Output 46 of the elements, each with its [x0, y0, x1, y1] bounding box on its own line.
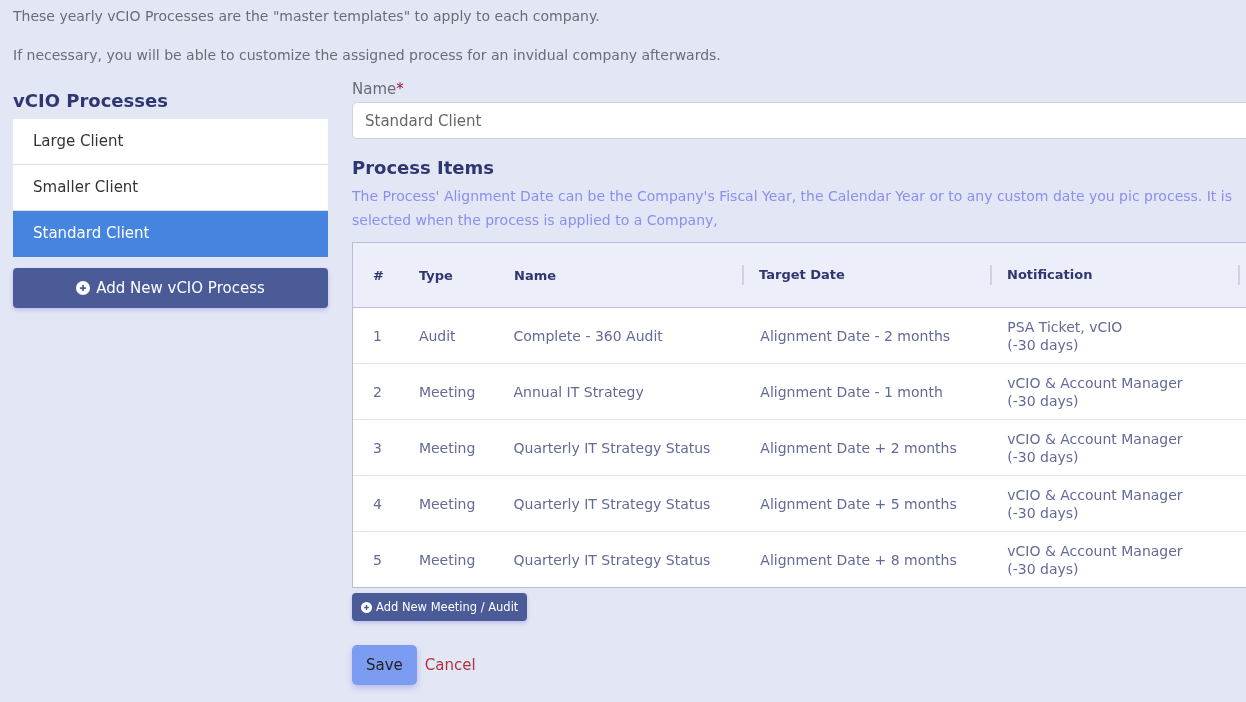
column-header: Type [418, 267, 454, 283]
plus-circle-icon [361, 601, 372, 613]
table-cell-text: Meeting [417, 382, 477, 401]
table-cell-text: 3 [372, 438, 383, 457]
column-header: Notification [990, 265, 1240, 285]
table-cell-text: vCIO & Account Manager (-30 days) [1006, 541, 1184, 578]
save-button[interactable]: Save [352, 645, 417, 685]
table-cell-text: Audit [417, 326, 457, 345]
table-cell-text: PSA Ticket, vCIO (-30 days) [1006, 317, 1124, 354]
table-cell-text: vCIO & Account Manager (-30 days) [1006, 485, 1184, 522]
table-cell-text: vCIO & Account Manager (-30 days) [1006, 429, 1184, 466]
process-list-item[interactable]: Standard Client [13, 211, 328, 257]
table-cell-text: Meeting [417, 550, 477, 569]
section-title: Process Items [352, 157, 495, 178]
sidebar-title: vCIO Processes [13, 90, 169, 111]
column-header: # [372, 267, 385, 283]
table-cell-text: Alignment Date + 2 months [759, 438, 958, 457]
table-cell-text: Quarterly IT Strategy Status [512, 494, 712, 513]
table-cell-text: Meeting [417, 494, 477, 513]
table-cell-text: Quarterly IT Strategy Status [512, 438, 712, 457]
table-cell-text: 5 [372, 550, 383, 569]
table-cell-text: Alignment Date + 5 months [759, 494, 958, 513]
field-label: Name [352, 80, 397, 98]
plus-circle-icon [76, 281, 91, 295]
process-list-item[interactable]: Large Client [13, 119, 328, 165]
table-cell-text: Complete - 360 Audit [512, 326, 664, 345]
description-text: The Process' Alignment Date can be the Company's Fiscal Year, the Calendar Year or to any custom date you pic process. It is selected when the process is applied to a Company, [352, 187, 1233, 230]
table-cell-text: 2 [372, 382, 383, 401]
required-mark: * [396, 80, 404, 98]
table-cell-text: Meeting [417, 438, 477, 457]
column-header: Name [513, 267, 557, 283]
table-cell-text: Annual IT Strategy [512, 382, 645, 401]
table-cell-text: Alignment Date - 2 months [759, 326, 952, 345]
table-cell-text: Alignment Date - 1 month [759, 382, 944, 401]
intro-text: If necessary, you will be able to customize the assigned process for an invidual company afterwards. [13, 46, 722, 65]
table-cell-text: 4 [372, 494, 383, 513]
table-cell-text: Alignment Date + 8 months [759, 550, 958, 569]
table-cell-text: 1 [372, 326, 383, 345]
table-cell-text: vCIO & Account Manager (-30 days) [1006, 373, 1184, 410]
table-cell-text: Quarterly IT Strategy Status [512, 550, 712, 569]
add-item-button[interactable]: Add New Meeting / Audit [352, 593, 528, 621]
cancel-link[interactable]: Cancel [424, 656, 476, 674]
add-process-button[interactable]: Add New vCIO Process [13, 268, 328, 308]
column-header: Target Date [742, 265, 990, 285]
name-field[interactable]: Standard Client [352, 102, 1246, 139]
intro-text: These yearly vCIO Processes are the "master templates" to apply to each company. [13, 7, 601, 26]
